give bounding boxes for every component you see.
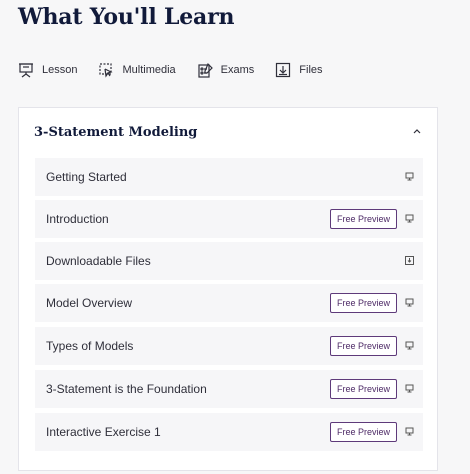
lesson-icon bbox=[405, 214, 414, 223]
curriculum-section-card: 3-Statement Modeling Getting Started Int… bbox=[18, 107, 438, 471]
lesson-row-getting-started[interactable]: Getting Started bbox=[35, 158, 423, 196]
legend-label: Exams bbox=[220, 64, 255, 76]
free-preview-button[interactable]: Free Preview bbox=[329, 293, 397, 313]
multimedia-icon bbox=[98, 62, 122, 78]
lesson-title: 3-Statement is the Foundation bbox=[46, 382, 207, 396]
lesson-title: Downloadable Files bbox=[46, 254, 151, 268]
lesson-icon bbox=[405, 172, 414, 181]
lesson-icon bbox=[405, 427, 414, 436]
legend-item-exams: Exams bbox=[197, 62, 255, 78]
free-preview-button[interactable]: Free Preview bbox=[329, 336, 397, 356]
legend-item-multimedia: Multimedia bbox=[98, 62, 176, 78]
lesson-title: Model Overview bbox=[46, 296, 133, 310]
content-type-legend: Lesson Multimedia Exams Files bbox=[18, 62, 344, 78]
exams-icon bbox=[197, 62, 221, 78]
free-preview-button[interactable]: Free Preview bbox=[329, 379, 397, 399]
files-icon bbox=[275, 62, 299, 78]
lesson-icon bbox=[405, 384, 414, 393]
lesson-icon bbox=[405, 298, 414, 307]
legend-item-lesson: Lesson bbox=[18, 62, 77, 78]
page-title: What You'll Learn bbox=[18, 4, 235, 30]
lesson-row-downloadable-files[interactable]: Downloadable Files bbox=[35, 242, 423, 280]
free-preview-button[interactable]: Free Preview bbox=[329, 209, 397, 229]
legend-label: Files bbox=[299, 64, 323, 76]
files-icon bbox=[405, 256, 414, 265]
lesson-row-interactive-exercise-1[interactable]: Interactive Exercise 1 Free Preview bbox=[35, 413, 423, 451]
free-preview-button[interactable]: Free Preview bbox=[329, 422, 397, 442]
lesson-title: Interactive Exercise 1 bbox=[46, 425, 161, 439]
lesson-title: Introduction bbox=[46, 212, 109, 226]
legend-label: Lesson bbox=[42, 64, 78, 76]
legend-item-files: Files bbox=[275, 62, 323, 78]
lesson-title: Types of Models bbox=[46, 339, 134, 353]
lesson-icon bbox=[18, 62, 42, 78]
lesson-row-3-statement-foundation[interactable]: 3-Statement is the Foundation Free Previ… bbox=[35, 370, 423, 408]
legend-label: Multimedia bbox=[122, 64, 176, 76]
lesson-title: Getting Started bbox=[46, 170, 127, 184]
lesson-row-types-of-models[interactable]: Types of Models Free Preview bbox=[35, 327, 423, 365]
section-title: 3-Statement Modeling bbox=[34, 125, 198, 140]
lesson-row-model-overview[interactable]: Model Overview Free Preview bbox=[35, 284, 423, 322]
lesson-row-introduction[interactable]: Introduction Free Preview bbox=[35, 200, 423, 238]
chevron-up-icon[interactable] bbox=[412, 126, 422, 136]
section-header[interactable]: 3-Statement Modeling bbox=[19, 108, 437, 156]
lesson-icon bbox=[405, 341, 414, 350]
